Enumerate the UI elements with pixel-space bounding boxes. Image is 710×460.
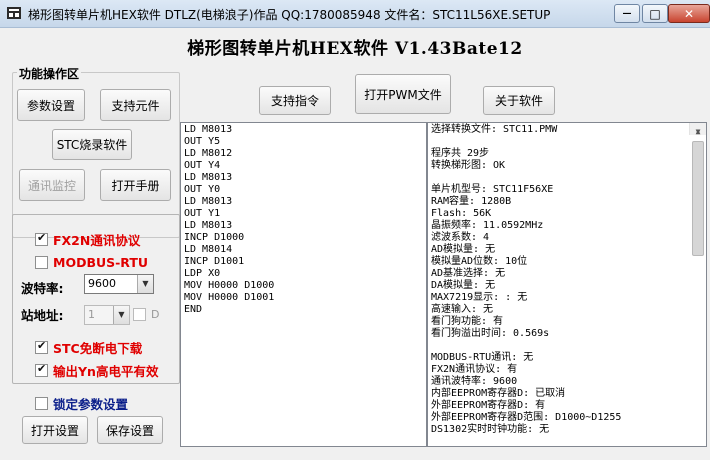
station-d-label: D	[151, 308, 160, 321]
info-line: FX2N通讯协议: 有	[431, 364, 518, 375]
main-window: 梯形图转单片机HEX软件 V1.43Bate12 支持指令 打开PWM文件 关于…	[0, 28, 710, 460]
app-heading: 梯形图转单片机HEX软件 V1.43Bate12	[187, 39, 523, 59]
info-line: DS1302实时时钟功能: 无	[431, 424, 550, 435]
station-address-select[interactable]: 1 ▼	[84, 305, 130, 325]
info-line: RAM容量: 1280B	[431, 196, 512, 207]
yn-output-checkbox[interactable]: 输出Yn高电平有效	[35, 361, 158, 380]
info-line: 外部EEPROM寄存器D: 有	[431, 400, 546, 411]
lock-params-label: 锁定参数设置	[53, 397, 129, 412]
scroll-down-icon[interactable]: ▼	[690, 123, 706, 136]
window-title: 梯形图转单片机HEX软件 DTLZ(电梯浪子)作品 QQ:1780085948 …	[28, 8, 551, 22]
ladder-code-pane[interactable]: LD M8013 OUT Y5 LD M8012 OUT Y4 LD M8013 OUT …	[180, 122, 427, 447]
fx2n-checkbox[interactable]: FX2N通讯协议	[35, 230, 140, 249]
stc-power-down-checkbox[interactable]: STC免断电下载	[35, 338, 142, 357]
maximize-icon: □	[649, 6, 661, 21]
ladder-code-line: LD M8013	[184, 196, 233, 207]
info-line	[431, 172, 686, 184]
save-settings-button[interactable]: 保存设置	[97, 416, 163, 444]
ladder-code-line: LD M8013	[184, 124, 233, 135]
lock-params-checkbox[interactable]: 锁定参数设置	[35, 394, 128, 413]
info-line: 单片机型号: STC11F56XE	[431, 184, 554, 195]
open-settings-button[interactable]: 打开设置	[22, 416, 88, 444]
minimize-button[interactable]: —	[614, 4, 640, 23]
ladder-code-line: LDP X0	[184, 268, 221, 279]
fx2n-label: FX2N通讯协议	[53, 233, 141, 248]
baud-rate-value: 9600	[88, 277, 116, 290]
about-button[interactable]: 关于软件	[483, 86, 555, 115]
yn-output-label: 输出Yn高电平有效	[53, 364, 159, 379]
ladder-code-line: OUT Y5	[184, 136, 221, 147]
close-button[interactable]: ✕	[668, 4, 710, 23]
station-address-label: 站地址:	[21, 308, 64, 323]
function-group-title: 功能操作区	[17, 65, 82, 82]
baud-rate-label: 波特率:	[21, 281, 64, 296]
info-line	[431, 340, 686, 352]
info-line: AD模拟量: 无	[431, 244, 496, 255]
support-components-button[interactable]: 支持元件	[100, 89, 171, 121]
ladder-code-line: OUT Y1	[184, 208, 221, 219]
info-line: 看门狗溢出时间: 0.569s	[431, 328, 550, 339]
comm-monitor-button[interactable]: 通讯监控	[19, 169, 85, 201]
chevron-down-icon: ▼	[137, 275, 153, 293]
scroll-thumb[interactable]	[692, 141, 704, 256]
stc-burn-button[interactable]: STC烧录软件	[52, 129, 132, 160]
lock-params-check-icon	[35, 397, 48, 410]
close-icon: ✕	[683, 6, 695, 21]
info-pane[interactable]: 选择转换文件: STC11.PMW 程序共 29步 转换梯形图: OK 单片机型号: …	[427, 122, 707, 447]
fx2n-check-icon	[35, 231, 48, 246]
info-line: 转换梯形图: OK	[431, 160, 506, 171]
info-scrollbar[interactable]: ▲ ▼	[689, 123, 706, 256]
info-line: DA模拟量: 无	[431, 280, 496, 291]
app-icon	[7, 7, 21, 19]
info-line: AD基准选择: 无	[431, 268, 506, 279]
info-line: 内部EEPROM寄存器D: 已取消	[431, 388, 566, 399]
info-line: Flash: 56K	[431, 208, 492, 219]
info-line: 看门狗功能: 有	[431, 316, 504, 327]
station-address-value: 1	[88, 308, 95, 321]
param-settings-button[interactable]: 参数设置	[17, 89, 85, 121]
stc-power-down-label: STC免断电下载	[53, 341, 143, 356]
info-line: 通讯波特率: 9600	[431, 376, 518, 387]
info-line: MODBUS-RTU通讯: 无	[431, 352, 534, 363]
ladder-code-line: INCP D1000	[184, 232, 245, 243]
ladder-code-line: INCP D1001	[184, 256, 245, 267]
ladder-code-line: LD M8013	[184, 220, 233, 231]
stc-power-down-check-icon	[35, 339, 48, 354]
station-d-checkbox[interactable]: D	[133, 308, 159, 321]
ladder-code-line: LD M8013	[184, 172, 233, 183]
info-line: MAX7219显示: : 无	[431, 292, 528, 303]
support-instructions-button[interactable]: 支持指令	[259, 86, 331, 115]
modbus-checkbox[interactable]: MODBUS-RTU	[35, 255, 148, 270]
minimize-icon: —	[622, 8, 632, 19]
info-line: 选择转换文件: STC11.PMW	[431, 124, 558, 135]
info-line	[431, 136, 686, 148]
info-list: 选择转换文件: STC11.PMW 程序共 29步 转换梯形图: OK 单片机型号: …	[431, 124, 686, 435]
chevron-down-icon: ▼	[113, 306, 129, 324]
ladder-code-line: END	[184, 304, 203, 315]
maximize-button[interactable]: □	[642, 4, 668, 23]
modbus-label: MODBUS-RTU	[53, 255, 149, 270]
info-line: 晶振频率: 11.0592MHz	[431, 220, 544, 231]
ladder-code-line: OUT Y0	[184, 184, 221, 195]
ladder-code-list: LD M8013 OUT Y5 LD M8012 OUT Y4 LD M8013 OUT …	[184, 124, 423, 315]
info-line: 滤波系数: 4	[431, 232, 490, 243]
info-line: 程序共 29步	[431, 148, 490, 159]
station-d-check-icon	[133, 308, 146, 321]
ladder-code-line: LD M8014	[184, 244, 233, 255]
open-pwm-file-button[interactable]: 打开PWM文件	[355, 74, 451, 114]
baud-rate-select[interactable]: 9600 ▼	[84, 274, 154, 294]
ladder-code-line: LD M8012	[184, 148, 233, 159]
info-line: 高速输入: 无	[431, 304, 494, 315]
info-line: 外部EEPROM寄存器D范围: D1000~D1255	[431, 412, 622, 423]
title-bar[interactable]: 梯形图转单片机HEX软件 DTLZ(电梯浪子)作品 QQ:1780085948 …	[0, 0, 710, 28]
yn-output-check-icon	[35, 362, 48, 377]
ladder-code-line: MOV H0000 D1001	[184, 292, 275, 303]
ladder-code-line: OUT Y4	[184, 160, 221, 171]
ladder-code-line: MOV H0000 D1000	[184, 280, 275, 291]
modbus-check-icon	[35, 256, 48, 269]
info-line: 模拟量AD位数: 10位	[431, 256, 528, 267]
open-manual-button[interactable]: 打开手册	[100, 169, 171, 201]
